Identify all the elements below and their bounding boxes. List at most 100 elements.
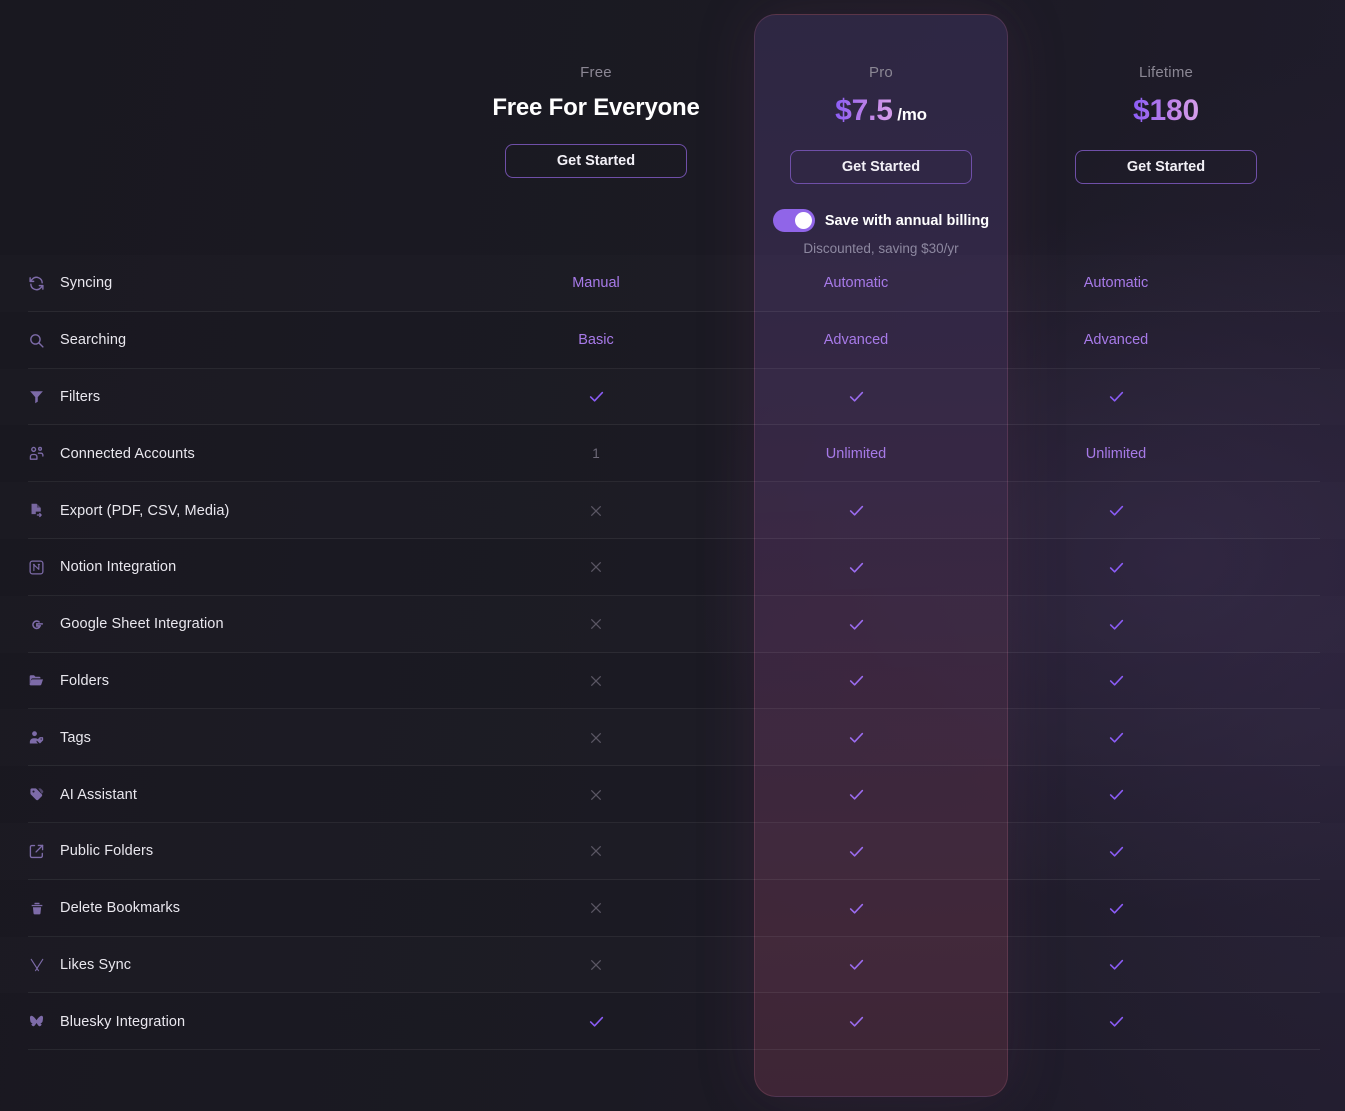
feature-name: AI Assistant [60,787,137,803]
cross-icon [588,843,604,859]
check-icon [847,387,866,406]
check-icon [1107,501,1126,520]
bluesky-butterfly-icon [28,1013,45,1030]
feature-row: Filters [0,369,1345,426]
feature-row: Folders [0,653,1345,710]
feature-label-cell: Export (PDF, CSV, Media) [0,502,466,519]
feature-name: Bluesky Integration [60,1014,185,1030]
check-icon [587,387,606,406]
feature-label-cell: Notion Integration [0,559,466,576]
cell-free [466,387,726,406]
cross-icon [588,730,604,746]
check-icon [1107,1012,1126,1031]
trash-icon [28,900,45,917]
cell-lifetime [986,728,1246,747]
feature-name: Google Sheet Integration [60,616,224,632]
check-icon [1107,842,1126,861]
feature-name: Export (PDF, CSV, Media) [60,503,229,519]
feature-row: SyncingManualAutomaticAutomatic [0,255,1345,312]
check-icon [847,615,866,634]
toggle-knob [795,212,812,229]
feature-name: Tags [60,730,91,746]
cell-lifetime: Advanced [986,332,1246,348]
feature-row: Likes Sync [0,937,1345,994]
cell-free [466,616,726,632]
x-twitter-icon [28,956,45,973]
annual-billing-toggle[interactable] [773,209,815,232]
plan-name-lifetime: Lifetime [1139,64,1193,81]
feature-name: Public Folders [60,843,153,859]
share-icon [28,843,45,860]
cell-lifetime [986,671,1246,690]
users-icon [28,445,45,462]
cell-lifetime [986,615,1246,634]
feature-row: Delete Bookmarks [0,880,1345,937]
check-icon [1107,785,1126,804]
feature-comparison-table: SyncingManualAutomaticAutomatic Searching… [0,255,1345,1050]
cell-free [466,787,726,803]
cell-lifetime [986,501,1246,520]
plan-price-amount-lifetime: $180 [1133,94,1199,127]
cell-pro [726,615,986,634]
cell-pro [726,501,986,520]
feature-name: Connected Accounts [60,446,195,462]
cell-free [466,673,726,689]
cell-pro: Unlimited [726,446,986,462]
notion-icon [28,559,45,576]
feature-name: Filters [60,389,100,405]
check-icon [1107,671,1126,690]
cell-pro [726,387,986,406]
feature-label-cell: Bluesky Integration [0,1013,466,1030]
feature-label-cell: Public Folders [0,843,466,860]
get-started-button-free[interactable]: Get Started [505,144,687,178]
check-icon [847,1012,866,1031]
plan-headers: FreeFree For EveryoneGet Started Pro $7.5 … [0,0,1345,258]
check-icon [1107,728,1126,747]
cell-lifetime [986,1012,1246,1031]
cross-icon [588,957,604,973]
cell-pro [726,1012,986,1031]
feature-label-cell: Filters [0,388,466,405]
feature-label-cell: Tags [0,729,466,746]
cell-pro: Automatic [726,275,986,291]
feature-name: Delete Bookmarks [60,900,180,916]
cross-icon [588,787,604,803]
plan-price-lifetime: $180 [1133,94,1199,128]
plan-price-pro: $7.5 /mo [835,94,927,128]
feature-name: Notion Integration [60,559,176,575]
cell-free [466,957,726,973]
search-icon [28,332,45,349]
check-icon [847,785,866,804]
cell-pro [726,842,986,861]
plan-price-period-pro: /mo [893,105,927,124]
get-started-button-pro[interactable]: Get Started [790,150,972,184]
cell-free [466,730,726,746]
filter-icon [28,388,45,405]
cell-lifetime: Unlimited [986,446,1246,462]
feature-row: Google Sheet Integration [0,596,1345,653]
plan-header-pro: Pro$7.5 /moGet StartedSave with annual b… [751,0,1011,256]
tag-icon [28,786,45,803]
folder-icon [28,672,45,689]
feature-name: Syncing [60,275,112,291]
check-icon [847,842,866,861]
cell-lifetime [986,842,1246,861]
export-file-icon [28,502,45,519]
plan-header-free: FreeFree For EveryoneGet Started [466,0,726,178]
feature-row: Notion Integration [0,539,1345,596]
feature-label-cell: Searching [0,332,466,349]
cell-lifetime [986,558,1246,577]
check-icon [1107,558,1126,577]
cell-pro [726,558,986,577]
feature-label-cell: Syncing [0,275,466,292]
plan-name-pro: Pro [869,64,893,81]
check-icon [847,955,866,974]
check-icon [847,558,866,577]
user-tag-icon [28,729,45,746]
cross-icon [588,900,604,916]
get-started-button-lifetime[interactable]: Get Started [1075,150,1257,184]
cell-pro [726,955,986,974]
cell-free: Basic [466,332,726,348]
cell-pro [726,899,986,918]
cell-pro [726,785,986,804]
